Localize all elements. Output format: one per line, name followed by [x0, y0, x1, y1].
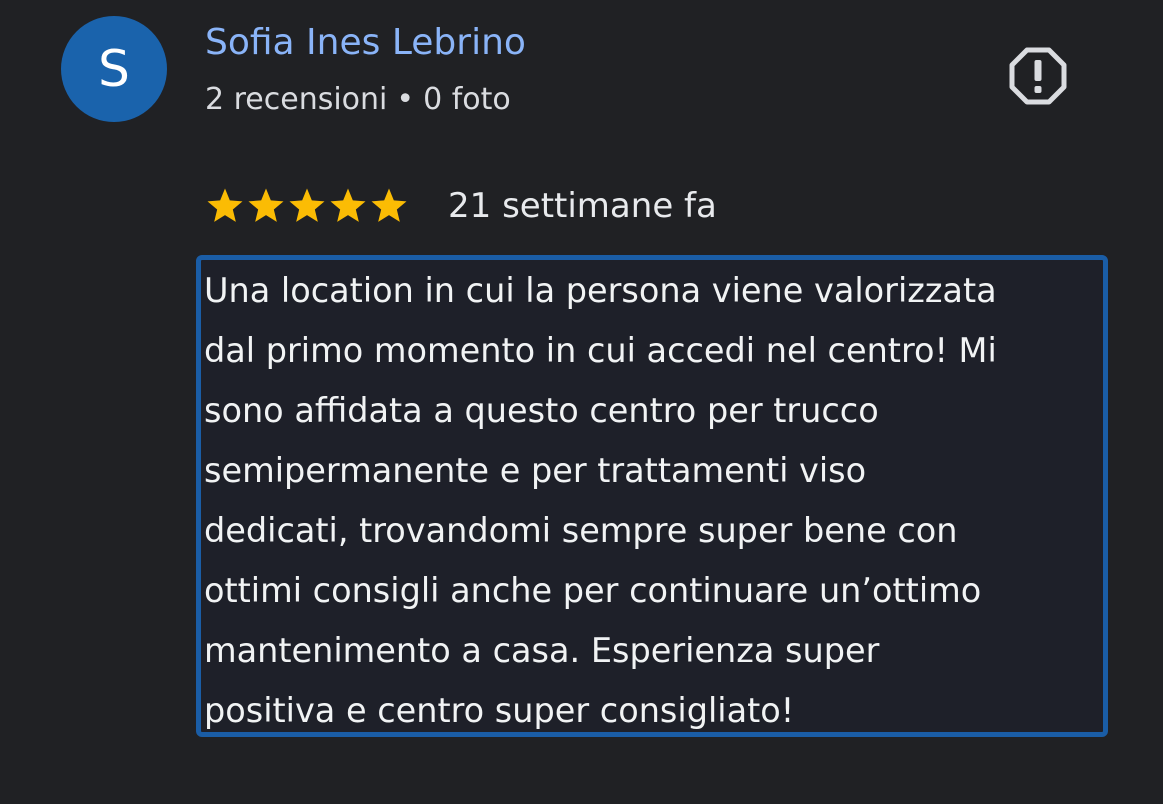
report-button[interactable]: [1008, 46, 1068, 106]
star-rating: [205, 186, 410, 226]
review-text[interactable]: Una location in cui la persona viene val…: [204, 261, 1106, 741]
rating-row: 21 settimane fa: [205, 184, 717, 228]
star-filled-icon: [248, 188, 284, 222]
reviewer-meta: 2 recensioni • 0 foto: [205, 80, 511, 120]
star-filled-icon: [207, 188, 243, 222]
avatar[interactable]: S: [61, 16, 167, 122]
reviews-count: 2 recensioni: [205, 82, 388, 117]
photos-count: 0 foto: [423, 82, 511, 117]
report-octagon-icon: [1009, 47, 1067, 105]
reviewer-name[interactable]: Sofia Ines Lebrino: [205, 20, 526, 66]
review-date: 21 settimane fa: [448, 186, 717, 226]
avatar-letter: S: [98, 40, 130, 98]
star-filled-icon: [371, 188, 407, 222]
meta-separator: •: [396, 82, 415, 117]
star-filled-icon: [289, 188, 325, 222]
star-filled-icon: [330, 188, 366, 222]
